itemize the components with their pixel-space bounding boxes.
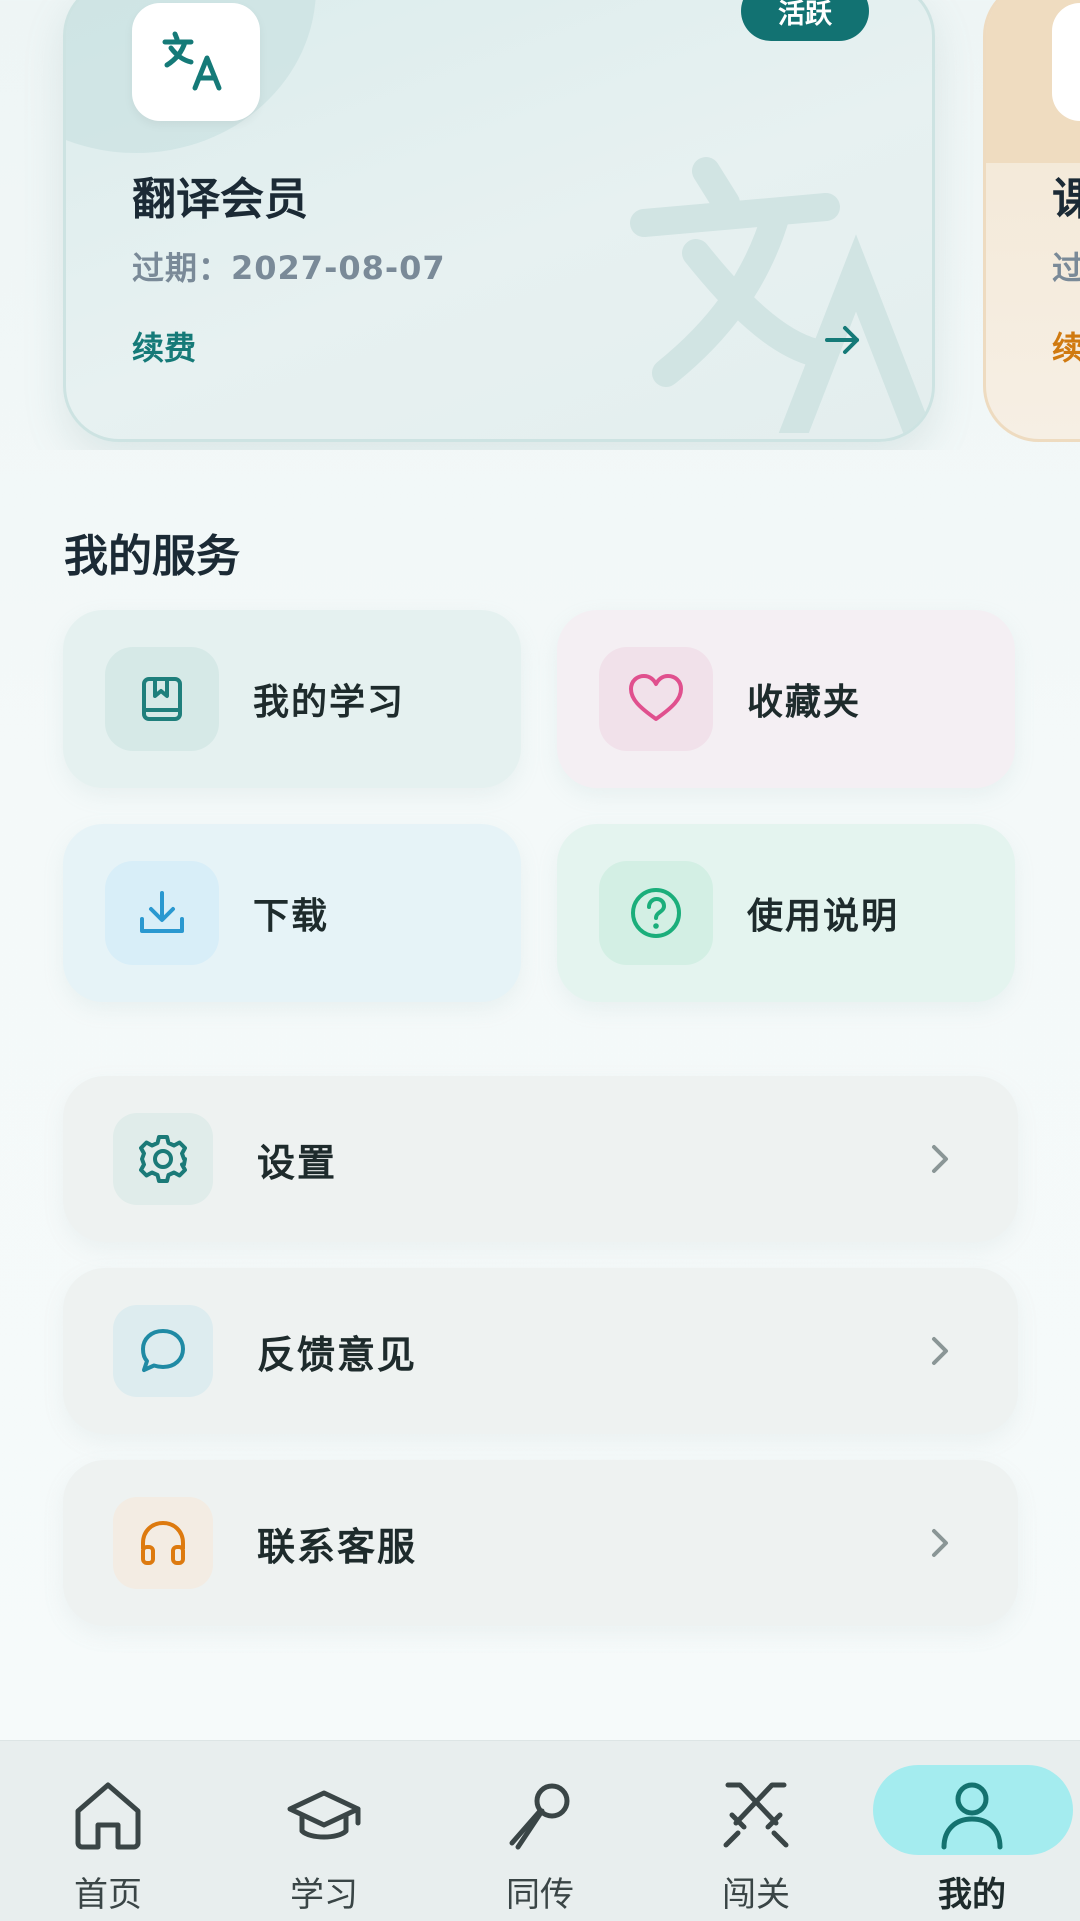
- chevron-right-icon: [932, 1337, 948, 1365]
- status-badge: 活跃: [741, 0, 869, 41]
- membership-title: 翻译会员: [132, 174, 308, 225]
- translate-icon: [132, 3, 260, 121]
- heart-icon: [599, 647, 713, 751]
- membership-title: 课: [1052, 163, 1080, 227]
- tab-label: 我的: [938, 1875, 1006, 1915]
- membership-expiry: 过期：2027-08-07: [132, 249, 446, 287]
- service-favorites[interactable]: 收藏夹: [557, 610, 1015, 788]
- renew-link[interactable]: 续: [1052, 323, 1080, 369]
- home-icon: [75, 1782, 141, 1850]
- feedback-label: 反馈意见: [257, 1332, 418, 1377]
- settings-row[interactable]: 设置: [63, 1076, 1018, 1242]
- gear-icon: [113, 1113, 213, 1205]
- tab-profile[interactable]: 我的: [882, 1741, 1062, 1921]
- tab-interpreting[interactable]: 同传: [450, 1741, 630, 1921]
- feedback-row[interactable]: 反馈意见: [63, 1268, 1018, 1434]
- tab-study[interactable]: 学习: [234, 1741, 414, 1921]
- service-label: 收藏夹: [747, 682, 862, 723]
- help-circle-icon: [599, 861, 713, 965]
- bottom-tab-bar: 首页 学习 同传 闯关 我的: [0, 1740, 1080, 1921]
- tab-home[interactable]: 首页: [18, 1741, 198, 1921]
- microphone-icon: [509, 1783, 570, 1850]
- translation-membership-card[interactable]: 活跃 翻译会员 过期：2027-08-07 续费: [63, 0, 935, 442]
- chat-bubble-icon: [113, 1305, 213, 1397]
- section-title-services: 我的服务: [64, 531, 240, 582]
- tab-challenge[interactable]: 闯关: [666, 1741, 846, 1921]
- service-label: 下载: [253, 896, 330, 937]
- tab-label: 闯关: [722, 1875, 790, 1915]
- membership-card-carousel[interactable]: 活跃 翻译会员 过期：2027-08-07 续费 课 过 续: [0, 0, 1080, 450]
- course-membership-card[interactable]: 课 过 续: [983, 0, 1080, 442]
- book-icon: [105, 647, 219, 751]
- graduation-cap-icon: [287, 1790, 361, 1840]
- headphones-icon: [113, 1497, 213, 1589]
- service-downloads[interactable]: 下载: [63, 824, 521, 1002]
- membership-expiry: 过: [1052, 243, 1080, 289]
- tab-label: 首页: [74, 1875, 142, 1915]
- tab-label: 学习: [290, 1875, 358, 1915]
- crossed-swords-icon: [723, 1782, 789, 1848]
- service-label: 我的学习: [253, 682, 406, 723]
- arrow-right-icon[interactable]: [821, 318, 865, 362]
- renew-link[interactable]: 续费: [132, 323, 196, 369]
- download-icon: [105, 861, 219, 965]
- settings-label: 设置: [257, 1140, 338, 1185]
- chevron-right-icon: [932, 1529, 948, 1557]
- course-icon: [1052, 3, 1080, 121]
- service-label: 使用说明: [747, 896, 900, 937]
- customer-service-row[interactable]: 联系客服: [63, 1460, 1018, 1626]
- tab-label: 同传: [506, 1875, 574, 1915]
- chevron-right-icon: [932, 1145, 948, 1173]
- customer-service-label: 联系客服: [257, 1524, 418, 1569]
- user-icon: [941, 1782, 1003, 1850]
- service-instructions[interactable]: 使用说明: [557, 824, 1015, 1002]
- translate-watermark-icon: [630, 157, 926, 433]
- service-my-learning[interactable]: 我的学习: [63, 610, 521, 788]
